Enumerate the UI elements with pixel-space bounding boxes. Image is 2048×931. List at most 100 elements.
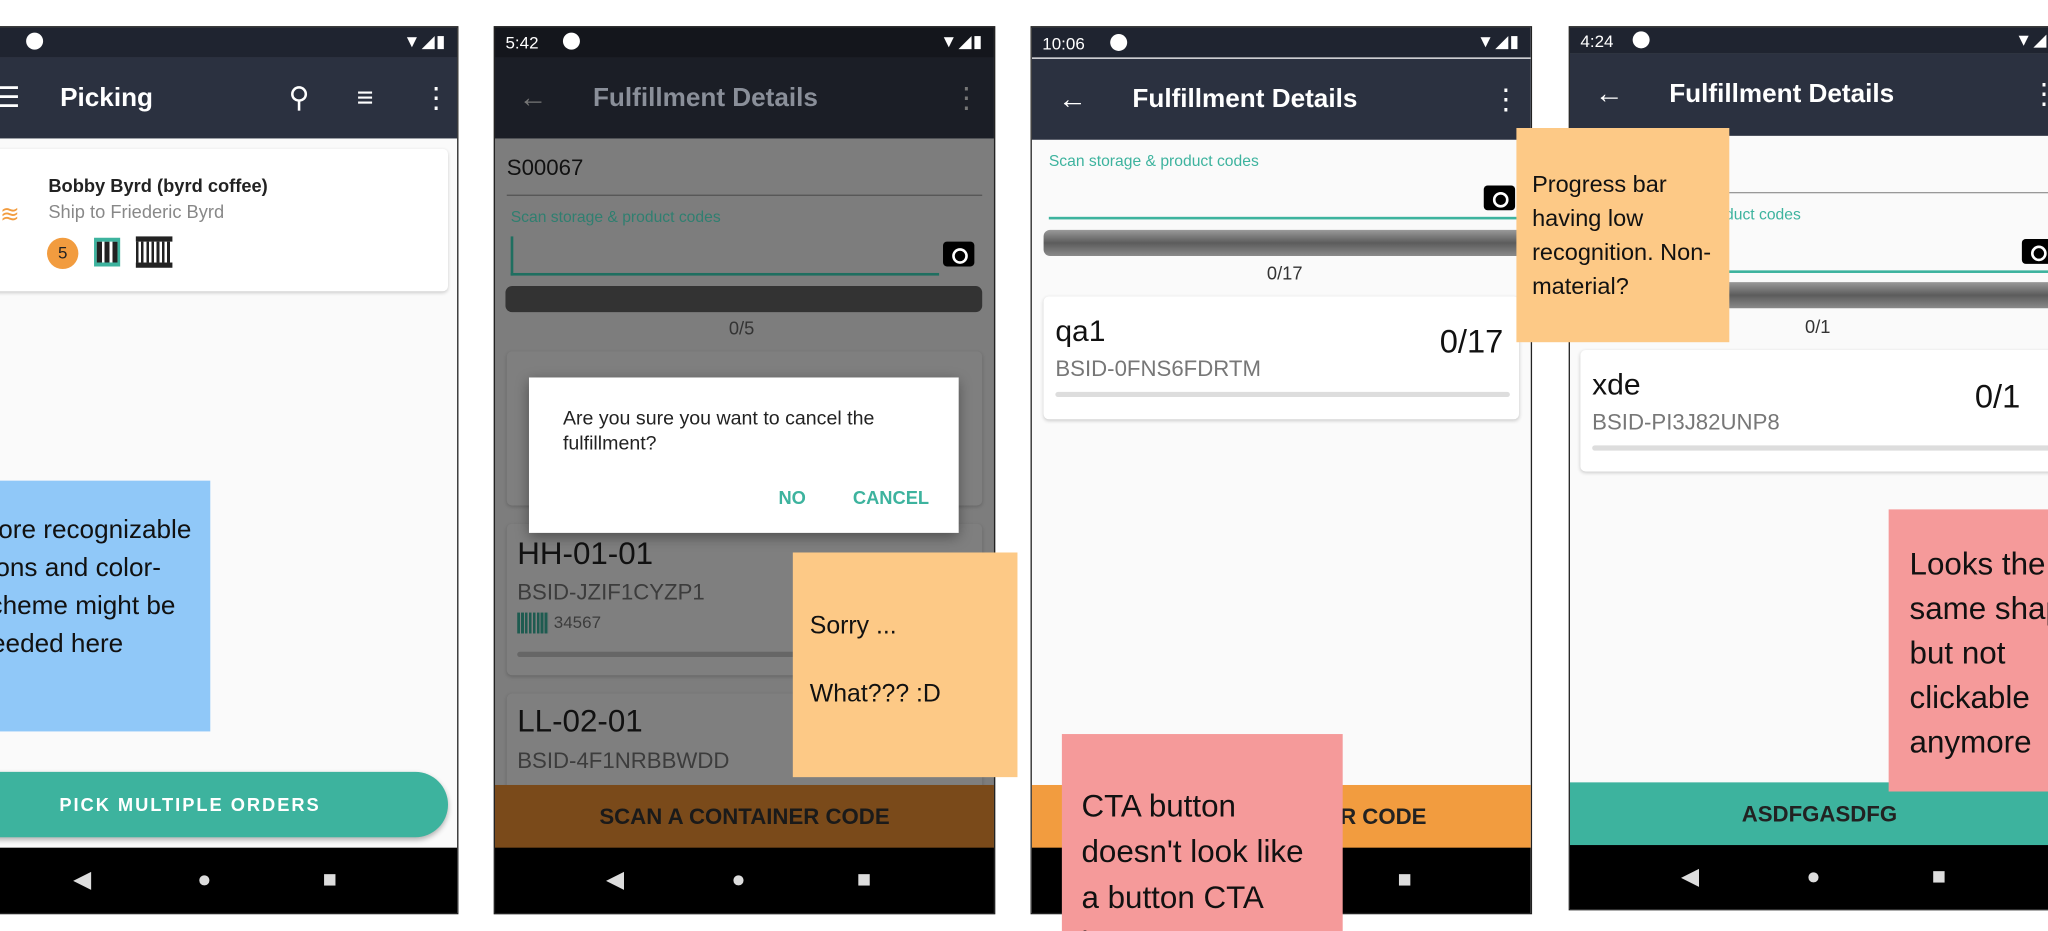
location-code: HH-01-01 — [517, 536, 654, 573]
scan-container-button[interactable]: SCAN A CONTAINER CODE — [495, 784, 994, 851]
item-name: xde — [1592, 367, 1641, 401]
signal-battery-icon: ▼◢▮ — [940, 31, 984, 51]
dialog-message: Are you sure you want to cancel the fulf… — [562, 407, 875, 455]
barcode-value: 34567 — [553, 612, 602, 633]
camera-icon[interactable] — [2021, 239, 2048, 264]
app-bar: ☰ Picking ⚲ ≡ ⋮ — [0, 57, 458, 139]
note-sorry-line2: What??? :D — [809, 680, 941, 708]
home-icon[interactable]: ● — [731, 866, 745, 893]
cancel-button[interactable]: CANCEL — [853, 487, 929, 508]
progress-count: 0/1 — [1805, 316, 1831, 337]
ship-to: Ship to Friederic Byrd — [48, 201, 225, 223]
menu-icon[interactable]: ☰ — [0, 81, 21, 115]
signal-battery-icon: ▼◢▮ — [1477, 31, 1521, 51]
shelf-icon — [94, 237, 121, 267]
note-sorry-line1: Sorry ... — [809, 612, 897, 640]
order-card[interactable]: ≋ Bobby Byrd (byrd coffee) Ship to Fried… — [0, 148, 448, 292]
scan-input-underline — [510, 272, 940, 276]
more-vert-icon[interactable]: ⋮ — [2030, 77, 2048, 111]
signal-battery-icon: ▼◢▮ — [403, 31, 447, 51]
note-same-shape: Looks the same shape but not clickable a… — [1888, 509, 2048, 792]
recents-icon[interactable]: ■ — [1932, 863, 1946, 890]
asdfgasdfg-button[interactable]: ASDFGASDFG — [1569, 782, 2048, 848]
progress-bar — [1043, 229, 1531, 256]
count-badge: 5 — [47, 237, 79, 270]
barcode-icon — [517, 612, 549, 634]
nav-bar: ◀ ● ■ — [1569, 845, 2048, 910]
camera-icon[interactable] — [943, 241, 975, 267]
status-time: 10:06 — [1042, 33, 1085, 54]
note-recognizable-icons: More recognizable icons and color-scheme… — [0, 480, 211, 732]
dnd-icon — [1632, 31, 1650, 49]
status-bar: 4:24 ▼◢▮ — [1569, 27, 2048, 54]
scan-label: Scan storage & product codes — [1048, 151, 1259, 170]
page-title: Fulfillment Details — [1132, 84, 1358, 114]
app-bar: ← Fulfillment Details ⋮ — [1031, 58, 1531, 140]
item-name: qa1 — [1055, 313, 1106, 348]
progress-count: 0/17 — [1266, 262, 1303, 284]
no-button[interactable]: NO — [778, 487, 805, 508]
status-time: 4:24 — [1580, 31, 1614, 51]
dnd-icon — [1110, 33, 1128, 51]
barcode-rack-icon — [135, 236, 173, 268]
item-progress — [1055, 391, 1510, 398]
bsid: BSID-PI3J82UNP8 — [1592, 410, 1780, 435]
status-bar: 7▼◢▮ — [0, 27, 458, 58]
filter-icon[interactable]: ≡ — [357, 81, 374, 115]
dnd-icon — [562, 32, 580, 50]
recents-icon[interactable]: ■ — [323, 866, 337, 893]
app-bar: ← Fulfillment Details ⋮ — [1569, 53, 2048, 136]
cancel-dialog: Are you sure you want to cancel the fulf… — [528, 377, 959, 533]
progress-count: 0/5 — [728, 317, 755, 339]
scan-input-underline — [1048, 216, 1531, 220]
phone-cancel-dialog: 5:42 ▼◢▮ ← Fulfillment Details ⋮ S00067 S… — [493, 26, 996, 915]
back-icon[interactable]: ◀ — [1681, 863, 1699, 890]
scan-label: Scan storage & product codes — [510, 207, 721, 226]
item-count: 0/17 — [1439, 323, 1504, 361]
wifi-icon: ≋ — [0, 201, 20, 228]
location-code: LL-02-01 — [517, 703, 643, 740]
phone-picking: 7▼◢▮ ☰ Picking ⚲ ≡ ⋮ ≋ Bobby Byrd (byrd … — [0, 26, 459, 915]
signal-battery-icon: ▼◢▮ — [2015, 30, 2048, 50]
home-icon[interactable]: ● — [197, 866, 211, 893]
status-time: 5:42 — [505, 32, 539, 53]
bsid: BSID-JZIF1CYZP1 — [517, 579, 705, 605]
customer-name: Bobby Byrd (byrd coffee) — [48, 175, 268, 196]
camera-icon[interactable] — [1483, 185, 1516, 211]
recents-icon[interactable]: ■ — [1398, 866, 1412, 893]
more-vert-icon[interactable]: ⋮ — [422, 81, 451, 115]
more-vert-icon[interactable]: ⋮ — [1492, 82, 1521, 116]
dnd-icon — [26, 32, 44, 50]
page-title: Fulfillment Details — [592, 83, 818, 113]
pick-multiple-orders-button[interactable]: PICK MULTIPLE ORDERS — [0, 771, 448, 838]
progress-bar — [505, 286, 983, 313]
nav-bar: ◀ ● ■ — [495, 847, 994, 913]
item-card[interactable]: xde 0/1 BSID-PI3J82UNP8 — [1580, 350, 2048, 472]
back-icon[interactable]: ◀ — [73, 866, 91, 893]
home-icon[interactable]: ● — [1806, 863, 1820, 890]
scan-input[interactable] — [510, 236, 942, 276]
back-arrow-icon[interactable]: ← — [519, 81, 548, 115]
item-count: 0/1 — [1974, 378, 2021, 416]
bsid: BSID-0FNS6FDRTM — [1055, 356, 1261, 382]
back-arrow-icon[interactable]: ← — [1595, 77, 1624, 111]
page-title: Picking — [60, 83, 153, 113]
item-card[interactable]: qa1 0/17 BSID-0FNS6FDRTM — [1043, 296, 1520, 420]
app-bar: ← Fulfillment Details ⋮ — [495, 57, 994, 139]
item-progress — [1592, 445, 2048, 451]
back-arrow-icon[interactable]: ← — [1058, 82, 1087, 116]
divider — [506, 194, 983, 196]
bsid: BSID-4F1NRBBWDD — [517, 748, 730, 774]
more-vert-icon[interactable]: ⋮ — [952, 81, 981, 115]
note-sorry: Sorry ... What??? :D — [792, 552, 1018, 778]
search-icon[interactable]: ⚲ — [289, 81, 310, 115]
scan-input[interactable] — [1049, 178, 1487, 217]
back-icon[interactable]: ◀ — [606, 866, 624, 893]
note-progress-bar: Progress bar having low recognition. Non… — [1516, 127, 1730, 343]
page-title: Fulfillment Details — [1669, 79, 1895, 109]
order-number: S00067 — [506, 155, 584, 181]
status-bar: 10:06 ▼◢▮ — [1031, 27, 1531, 58]
note-cta-button: CTA button doesn't look like a button CT… — [1061, 734, 1343, 931]
recents-icon[interactable]: ■ — [857, 866, 871, 893]
nav-bar: ◀ ● ■ — [0, 847, 458, 913]
